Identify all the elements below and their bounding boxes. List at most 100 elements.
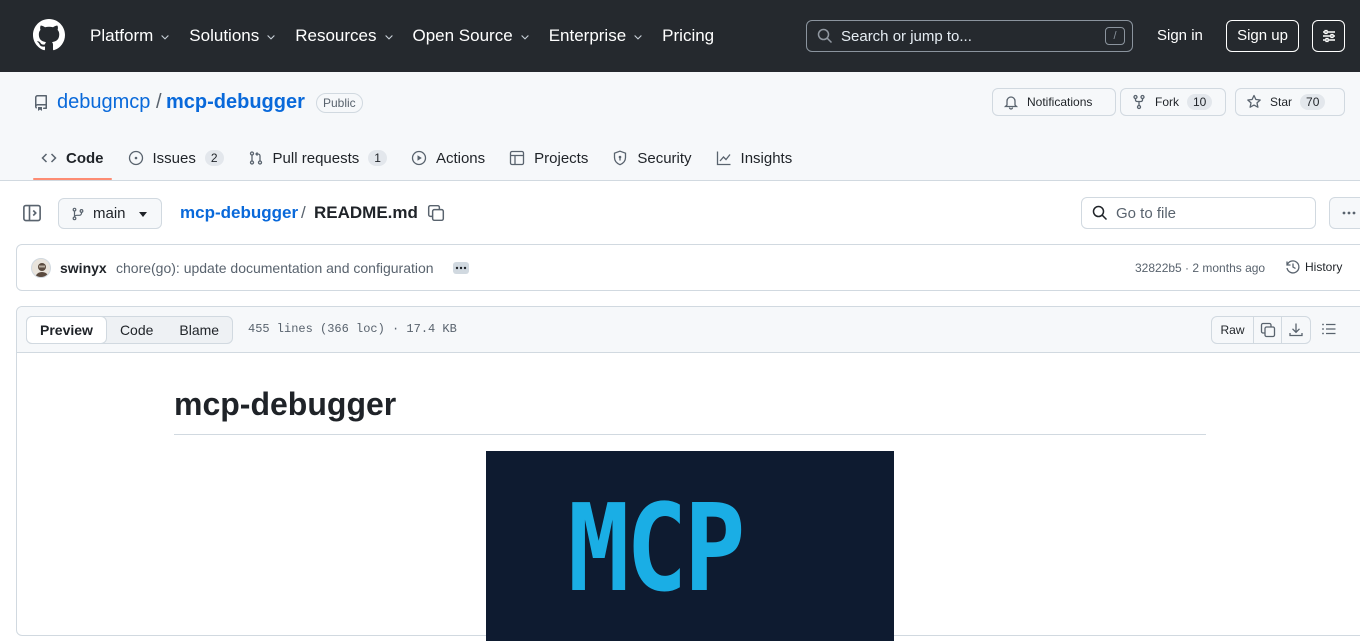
sidebar-expand-icon <box>23 204 41 222</box>
nav-label: Platform <box>90 26 154 45</box>
view-preview-button[interactable]: Preview <box>26 315 107 344</box>
expand-file-tree-button[interactable] <box>22 203 42 223</box>
breadcrumb-file-name: README.md <box>314 203 418 222</box>
go-to-file-placeholder: Go to file <box>1116 204 1177 222</box>
code-icon <box>41 153 57 163</box>
repo-name-link[interactable]: mcp-debugger <box>166 91 305 114</box>
download-icon <box>1289 323 1303 337</box>
fork-label: Fork <box>1155 95 1179 109</box>
history-label: History <box>1305 260 1343 274</box>
bell-icon <box>1003 96 1019 110</box>
readme-title: mcp-debugger <box>174 386 397 422</box>
raw-button[interactable]: Raw <box>1212 317 1254 343</box>
download-raw-button[interactable] <box>1282 317 1310 343</box>
search-icon <box>1092 205 1108 221</box>
ellipsis-icon <box>455 266 467 270</box>
star-label: Star <box>1270 95 1293 109</box>
visibility-badge: Public <box>316 93 363 113</box>
tab-code[interactable]: Code <box>33 140 112 180</box>
nav-pricing[interactable]: Pricing <box>662 26 714 46</box>
table-icon <box>510 150 525 166</box>
commit-expand-button[interactable] <box>453 262 469 274</box>
search-placeholder: Search or jump to... <box>841 27 972 45</box>
tab-projects[interactable]: Projects <box>501 140 596 176</box>
chevron-down-icon <box>267 35 276 40</box>
commit-sha-and-time[interactable]: 32822b5 · 2 months ago <box>1135 261 1265 275</box>
issues-count: 2 <box>204 150 224 166</box>
repo-path-separator: / <box>156 91 162 113</box>
chevron-down-icon <box>384 35 393 40</box>
tab-label: Pull requests <box>272 149 360 167</box>
file-stats: 455 lines (366 loc) · 17.4 KB <box>248 322 457 336</box>
star-count: 70 <box>1300 94 1326 110</box>
nav-open-source[interactable]: Open Source <box>413 26 531 46</box>
star-button[interactable]: Star 70 <box>1235 88 1345 116</box>
copy-raw-button[interactable] <box>1254 317 1282 343</box>
breadcrumb-separator: / <box>301 203 306 222</box>
nav-label: Enterprise <box>548 26 627 45</box>
global-search-input[interactable]: Search or jump to... / <box>806 20 1133 52</box>
tab-insights[interactable]: Insights <box>708 140 801 176</box>
chevron-down-icon <box>161 35 170 40</box>
github-logo-icon[interactable] <box>33 19 65 51</box>
nav-enterprise[interactable]: Enterprise <box>549 26 644 46</box>
sign-up-button[interactable]: Sign up <box>1226 20 1299 52</box>
pull-requests-count: 1 <box>368 150 387 166</box>
sliders-icon <box>1322 29 1335 43</box>
commit-author-link[interactable]: swinyx <box>60 260 107 276</box>
go-to-file-input[interactable]: Go to file <box>1081 197 1316 229</box>
chevron-down-icon <box>634 35 642 40</box>
search-icon <box>817 28 833 44</box>
tab-pull-requests[interactable]: Pull requests 1 <box>240 140 395 176</box>
more-options-button[interactable] <box>1329 197 1360 229</box>
copy-path-button[interactable] <box>427 204 445 222</box>
view-mode-segmented-control: Preview Code Blame <box>26 315 234 344</box>
history-button[interactable]: History <box>1285 259 1342 275</box>
branch-name: main <box>93 205 126 222</box>
file-actions-group: Raw <box>1211 316 1311 344</box>
tab-security[interactable]: Security <box>604 140 699 176</box>
tab-label: Security <box>637 149 692 167</box>
file-toolbar: Preview Code Blame 455 lines (366 loc) ·… <box>17 307 1360 353</box>
outline-button[interactable] <box>1321 321 1337 337</box>
view-blame-button[interactable]: Blame <box>166 317 232 343</box>
caret-down-icon <box>139 212 147 217</box>
fork-icon <box>1133 94 1145 110</box>
file-viewer: Preview Code Blame 455 lines (366 loc) ·… <box>16 306 1360 641</box>
tab-label: Issues <box>152 149 196 167</box>
list-unordered-icon <box>1322 323 1336 335</box>
nav-solutions[interactable]: Solutions <box>189 26 277 46</box>
nav-resources[interactable]: Resources <box>295 26 394 46</box>
nav-label: Resources <box>295 26 377 45</box>
mcp-logo-image: MCP <box>486 451 894 641</box>
star-icon <box>1247 94 1261 108</box>
notifications-button[interactable]: Notifications <box>992 88 1116 116</box>
copy-icon <box>427 204 445 222</box>
tab-actions[interactable]: Actions <box>403 140 493 176</box>
branch-selector-button[interactable]: main <box>58 198 162 229</box>
avatar[interactable] <box>31 258 51 278</box>
fork-button[interactable]: Fork 10 <box>1120 88 1226 116</box>
view-code-button[interactable]: Code <box>107 317 166 343</box>
breadcrumb-repo-link[interactable]: mcp-debugger <box>180 203 298 223</box>
repo-owner-link[interactable]: debugmcp <box>57 91 150 114</box>
chevron-down-icon <box>520 35 529 40</box>
pull-request-icon <box>249 151 262 165</box>
latest-commit-box: swinyx chore(go): update documentation a… <box>16 244 1360 291</box>
sign-in-link[interactable]: Sign in <box>1157 27 1203 44</box>
issue-icon <box>128 150 143 166</box>
play-icon <box>411 150 427 166</box>
tab-label: Projects <box>534 149 589 167</box>
history-icon <box>1286 260 1300 274</box>
nav-label: Open Source <box>412 26 513 45</box>
commit-message-link[interactable]: chore(go): update documentation and conf… <box>116 260 434 276</box>
tab-label: Actions <box>435 149 486 167</box>
repo-icon <box>35 95 47 111</box>
menu-button[interactable] <box>1312 20 1345 52</box>
search-shortcut-key: / <box>1105 27 1125 45</box>
fork-count: 10 <box>1187 94 1213 110</box>
repo-tabs: Code Issues 2 Pull requests 1 Actions Pr… <box>33 140 808 180</box>
nav-platform[interactable]: Platform <box>90 26 171 46</box>
nav-label: Pricing <box>662 26 715 45</box>
tab-issues[interactable]: Issues 2 <box>120 140 232 176</box>
